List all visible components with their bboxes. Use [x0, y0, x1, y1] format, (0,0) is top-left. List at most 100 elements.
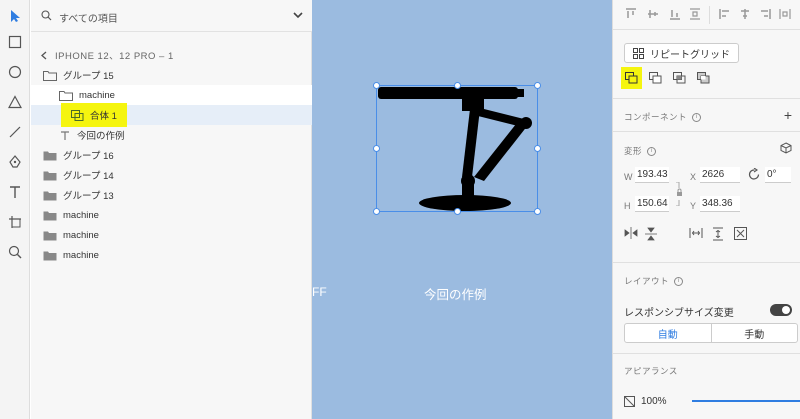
transform-title: 変形 — [624, 146, 643, 156]
responsive-resize-toggle[interactable] — [770, 304, 792, 316]
bool-intersect-button[interactable] — [669, 67, 690, 89]
folder-icon — [43, 191, 57, 200]
layer-item[interactable]: グループ 16 — [31, 145, 312, 165]
align-middle-icon[interactable] — [647, 8, 659, 20]
align-bottom-icon[interactable] — [669, 8, 681, 20]
bool-intersect-icon — [673, 72, 686, 84]
layer-item[interactable]: グループ 14 — [31, 165, 312, 185]
x-input[interactable]: 2626 — [700, 167, 740, 183]
resize-handle[interactable] — [454, 82, 461, 89]
back-chevron-icon[interactable] — [41, 51, 47, 60]
align-top-icon[interactable] — [625, 8, 637, 20]
add-component-icon[interactable]: + — [784, 107, 792, 123]
align-left-icon[interactable] — [719, 8, 731, 20]
resize-handle[interactable] — [534, 82, 541, 89]
breadcrumb-label: IPHONE 12、12 PRO – 1 — [55, 51, 174, 62]
polygon-tool-icon[interactable] — [5, 92, 25, 112]
bool-add-icon — [625, 72, 638, 84]
select-tool-icon[interactable] — [5, 6, 25, 26]
line-tool-icon[interactable] — [5, 122, 25, 142]
fit-width-icon[interactable] — [689, 227, 703, 239]
flip-vertical-icon[interactable] — [645, 227, 657, 241]
divider — [613, 131, 800, 132]
pen-tool-icon[interactable] — [5, 152, 25, 172]
appearance-title: アピアランス — [624, 366, 678, 376]
resize-handle[interactable] — [454, 208, 461, 215]
layer-item[interactable]: グループ 13 — [31, 185, 312, 205]
text-tool-icon[interactable] — [5, 182, 25, 202]
rotation-input[interactable]: 0° — [765, 167, 791, 183]
layer-label: machine — [63, 229, 99, 241]
lock-aspect-icon[interactable] — [675, 182, 684, 206]
opacity-value[interactable]: 100% — [641, 396, 667, 407]
boolean-ops — [621, 66, 714, 90]
toolbar-divider — [709, 6, 710, 24]
width-input[interactable]: 193.43 — [635, 167, 669, 183]
bool-subtract-icon — [649, 72, 662, 84]
folder-icon — [43, 211, 57, 220]
resize-handle[interactable] — [373, 208, 380, 215]
bool-add-button[interactable] — [621, 67, 642, 89]
folder-icon — [43, 171, 57, 180]
canvas-text[interactable]: 今回の作例 — [424, 284, 487, 303]
folder-icon — [43, 151, 57, 160]
artboard-tool-icon[interactable] — [5, 212, 25, 232]
folder-icon — [43, 231, 57, 240]
layer-item[interactable]: グループ 15 — [31, 65, 312, 85]
opacity-slider[interactable] — [692, 400, 800, 402]
layer-label: 今回の作例 — [77, 131, 125, 142]
layer-item[interactable]: machine — [31, 225, 312, 245]
divider — [613, 353, 800, 354]
align-right-icon[interactable] — [759, 8, 771, 20]
resize-handle[interactable] — [534, 208, 541, 215]
chevron-down-icon[interactable] — [292, 10, 304, 20]
resize-handle[interactable] — [373, 82, 380, 89]
flip-horizontal-icon[interactable] — [624, 227, 638, 239]
breadcrumb[interactable]: IPHONE 12、12 PRO – 1 — [41, 48, 174, 62]
layer-item[interactable]: machine — [31, 85, 312, 105]
resize-mode-segmented: 自動 手動 — [624, 323, 798, 343]
info-icon[interactable]: i — [674, 276, 684, 286]
y-label: Y — [690, 201, 697, 211]
zoom-tool-icon[interactable] — [5, 242, 25, 262]
layer-item[interactable]: machine — [31, 245, 312, 265]
bool-subtract-button[interactable] — [645, 67, 666, 89]
layer-label: machine — [63, 209, 99, 221]
bool-exclude-icon — [697, 72, 710, 84]
fit-height-icon[interactable] — [712, 227, 724, 241]
responsive-resize-label: レスポンシブサイズ変更 — [624, 308, 734, 319]
3d-transform-icon[interactable] — [780, 142, 792, 154]
align-center-icon[interactable] — [739, 8, 751, 20]
bool-exclude-button[interactable] — [693, 67, 714, 89]
resize-handle[interactable] — [373, 145, 380, 152]
rectangle-tool-icon[interactable] — [5, 32, 25, 52]
resize-handle[interactable] — [534, 145, 541, 152]
auto-option[interactable]: 自動 — [625, 324, 712, 342]
repeat-grid-button[interactable]: リピートグリッド — [624, 43, 739, 63]
ellipse-tool-icon[interactable] — [5, 62, 25, 82]
properties-panel: リピートグリッド コンポーネント i + 変形 i W 193.43 X 262… — [612, 0, 800, 419]
layer-item[interactable]: machine — [31, 205, 312, 225]
layer-item-selected[interactable]: 合体 1 — [31, 103, 312, 127]
search-filter-label: すべての項目 — [59, 14, 118, 25]
combine-shape-icon — [71, 109, 84, 121]
search-icon — [41, 10, 52, 21]
component-section-title: コンポーネント i — [624, 111, 702, 123]
fit-both-icon[interactable] — [734, 227, 747, 240]
manual-option[interactable]: 手動 — [712, 324, 798, 342]
opacity-row: 100% — [624, 393, 800, 409]
distribute-vertical-icon[interactable] — [689, 8, 701, 20]
canvas[interactable]: FF 今回の作例 — [312, 0, 612, 419]
rotate-icon — [748, 168, 760, 180]
repeat-grid-label: リピートグリッド — [650, 49, 730, 61]
y-input[interactable]: 348.36 — [700, 196, 740, 212]
distribute-horizontal-icon[interactable] — [779, 8, 791, 20]
height-input[interactable]: 150.64 — [635, 196, 669, 212]
selection-box[interactable] — [376, 85, 538, 212]
info-icon[interactable]: i — [647, 146, 657, 156]
folder-icon — [43, 70, 57, 81]
layer-search[interactable]: すべての項目 — [31, 0, 312, 32]
layer-item[interactable]: 今回の作例 — [31, 125, 312, 145]
layer-label: グループ 13 — [63, 191, 114, 202]
info-icon[interactable]: i — [692, 112, 702, 122]
